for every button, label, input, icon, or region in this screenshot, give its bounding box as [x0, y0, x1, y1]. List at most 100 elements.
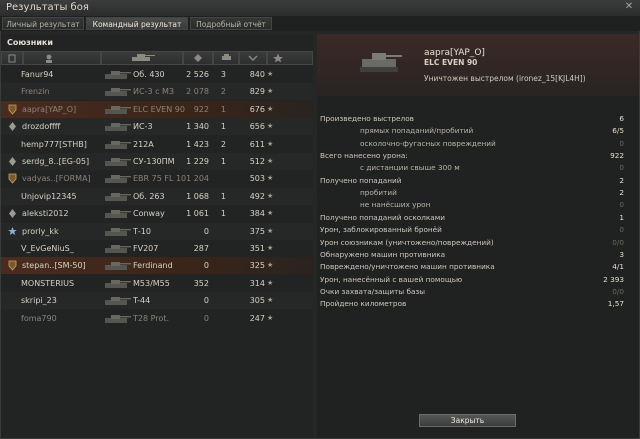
ally-row[interactable]: Fanur94 Об. 430 2 526 3 840 ★ — [1, 66, 313, 83]
ally-row[interactable]: hemp777[STHB] 212А 1 423 2 611 ★ — [1, 136, 313, 153]
ally-player-name: MONSTERIUS — [21, 278, 75, 288]
column-tank[interactable] — [101, 51, 183, 65]
ally-experience: 829 — [249, 87, 265, 97]
column-damage[interactable] — [183, 51, 213, 65]
ally-experience: 325 — [249, 261, 265, 271]
ally-row[interactable]: drozdoffff ИС-3 1 340 1 656 ★ — [1, 118, 313, 136]
ally-player-name: foma790 — [21, 313, 57, 323]
stat-value: 0 — [619, 138, 624, 148]
ally-star-icon: ★ — [267, 70, 274, 78]
diamond-badge-icon — [8, 208, 17, 219]
ally-row[interactable]: stepan..[SM-50] Ferdinand 0 325 ★ — [1, 257, 313, 275]
stat-row: Пройдено километров 1,57 — [320, 299, 630, 309]
stat-row: Урон союзникам (уничтожено/повреждений) 0… — [320, 238, 630, 248]
squad-icon — [8, 54, 16, 63]
ally-damage: 0 — [203, 261, 209, 271]
ally-damage: 1 068 — [186, 191, 209, 201]
ally-experience: 314 — [249, 278, 265, 288]
ally-row[interactable]: vadyas..[FORMA] EBR 75 FL 10 1 204 503 ★ — [1, 170, 313, 187]
ally-player-name: hemp777[STHB] — [21, 139, 87, 149]
clan-shield-icon — [8, 260, 17, 271]
ally-star-icon: ★ — [267, 209, 274, 218]
stat-row: пробитий 2 — [320, 188, 630, 198]
ally-tank-icon — [101, 276, 133, 291]
ally-row[interactable]: Unjovip12345 Об. 263 1 068 1 492 ★ — [1, 187, 313, 205]
stat-row: Произведено выстрелов 6 — [320, 114, 630, 124]
column-star[interactable] — [267, 51, 313, 65]
ally-row[interactable]: aapra[YAP_O] ELC EVEN 90 922 1 676 ★ — [1, 100, 313, 118]
stat-label: Обнаружено машин противника — [320, 249, 446, 259]
close-icon[interactable]: ✕ — [624, 2, 634, 12]
ally-row[interactable]: Frenzin ИС-3 с МЗ 2 078 2 829 ★ — [1, 83, 313, 101]
stat-label: Получено попаданий — [320, 175, 402, 185]
ally-tank-icon — [101, 67, 133, 82]
ally-damage: 922 — [193, 104, 209, 114]
stat-value: 2 393 — [603, 274, 624, 284]
tab-bar: Личный результат Командный результат Под… — [0, 16, 640, 31]
clan-shield-icon — [8, 173, 17, 184]
ally-row[interactable]: aleksti2012 Conway 1 061 1 384 ★ — [1, 205, 313, 222]
ally-experience: 840 — [249, 70, 265, 79]
ally-experience: 656 — [249, 122, 265, 132]
column-kills[interactable] — [213, 51, 239, 65]
ally-star-icon: ★ — [267, 104, 274, 113]
ally-player-name: V_EvGeNiuS_ — [21, 244, 74, 253]
ally-kills: 1 — [220, 209, 226, 219]
ally-player-name: Frenzin — [21, 87, 50, 97]
ally-damage: 0 — [203, 226, 209, 236]
window-title: Результаты боя — [6, 2, 89, 13]
tab-personal-result[interactable]: Личный результат — [2, 17, 84, 30]
column-player[interactable] — [23, 51, 101, 65]
ally-tank-icon — [101, 293, 133, 308]
ally-row[interactable]: MONSTERIUS M53/M55 352 314 ★ — [1, 275, 313, 292]
stat-row: Урон, заблокированный бронёй 0 — [320, 225, 630, 235]
close-button[interactable]: Закрыть — [419, 414, 516, 427]
stat-label: пробитий — [360, 188, 397, 198]
ally-star-icon: ★ — [267, 278, 274, 287]
column-squad[interactable] — [1, 51, 23, 65]
ally-experience: 503 — [249, 174, 265, 184]
ally-tank-name: Conway — [133, 209, 165, 219]
ally-row[interactable]: V_EvGeNiuS_ FV207 287 351 ★ — [1, 240, 313, 257]
selected-tank-name: ELC EVEN 90 — [424, 58, 478, 67]
stat-value: 6 — [619, 114, 624, 123]
ally-row[interactable]: skripi_23 T-44 0 305 ★ — [1, 292, 313, 310]
diamond-badge-icon — [8, 121, 17, 132]
stat-label: с дистанции свыше 300 м — [360, 163, 460, 173]
ally-damage: 1 340 — [186, 122, 209, 132]
ally-kills: 2 — [220, 87, 226, 97]
ally-tank-icon — [101, 84, 133, 99]
stat-value: 2 — [619, 188, 624, 198]
tab-detailed-report[interactable]: Подробный отчёт — [190, 17, 272, 30]
stat-row: Получено попаданий осколками 1 — [320, 213, 630, 223]
ally-row[interactable]: prorly_kk Т-10 0 375 ★ — [1, 222, 313, 240]
ally-tank-icon — [101, 171, 133, 186]
stat-row: Очки захвата/защиты базы 0/0 — [320, 287, 630, 297]
ally-damage: 287 — [193, 244, 209, 253]
stat-label: Пройдено километров — [320, 299, 407, 309]
ally-row[interactable]: serdg_8..[EG-05] СУ-130ПМ 1 229 1 512 ★ — [1, 153, 313, 170]
ally-player-name: Fanur94 — [21, 70, 54, 79]
ally-player-name: prorly_kk — [22, 226, 59, 236]
stat-label: Повреждено/уничтожено машин противника — [320, 262, 495, 272]
ally-experience: 492 — [249, 191, 265, 201]
ally-tank-name: T-44 — [133, 296, 151, 306]
ally-experience: 351 — [249, 244, 265, 253]
ally-damage: 0 — [203, 313, 209, 323]
stat-value: 0 — [619, 200, 624, 210]
ally-experience: 512 — [249, 157, 265, 166]
killed-by-text: Уничтожен выстрелом (ironez_15[KJL4H]) — [424, 74, 586, 83]
ally-player-name: skripi_23 — [21, 296, 57, 306]
ally-row[interactable]: foma790 T28 Prot. 0 247 ★ — [1, 310, 313, 327]
ally-tank-icon — [101, 241, 133, 256]
ally-player-name: serdg_8..[EG-05] — [22, 157, 90, 166]
ally-player-name: stepan..[SM-50] — [22, 261, 86, 271]
kills-icon — [222, 54, 231, 60]
ally-tank-name: Об. 430 — [133, 70, 165, 79]
column-experience[interactable] — [239, 51, 267, 65]
stat-value: 922 — [610, 151, 624, 161]
tab-team-result[interactable]: Командный результат — [86, 17, 188, 30]
ally-experience: 676 — [249, 104, 265, 114]
ally-tank-icon — [101, 258, 133, 273]
damage-icon — [194, 54, 202, 62]
